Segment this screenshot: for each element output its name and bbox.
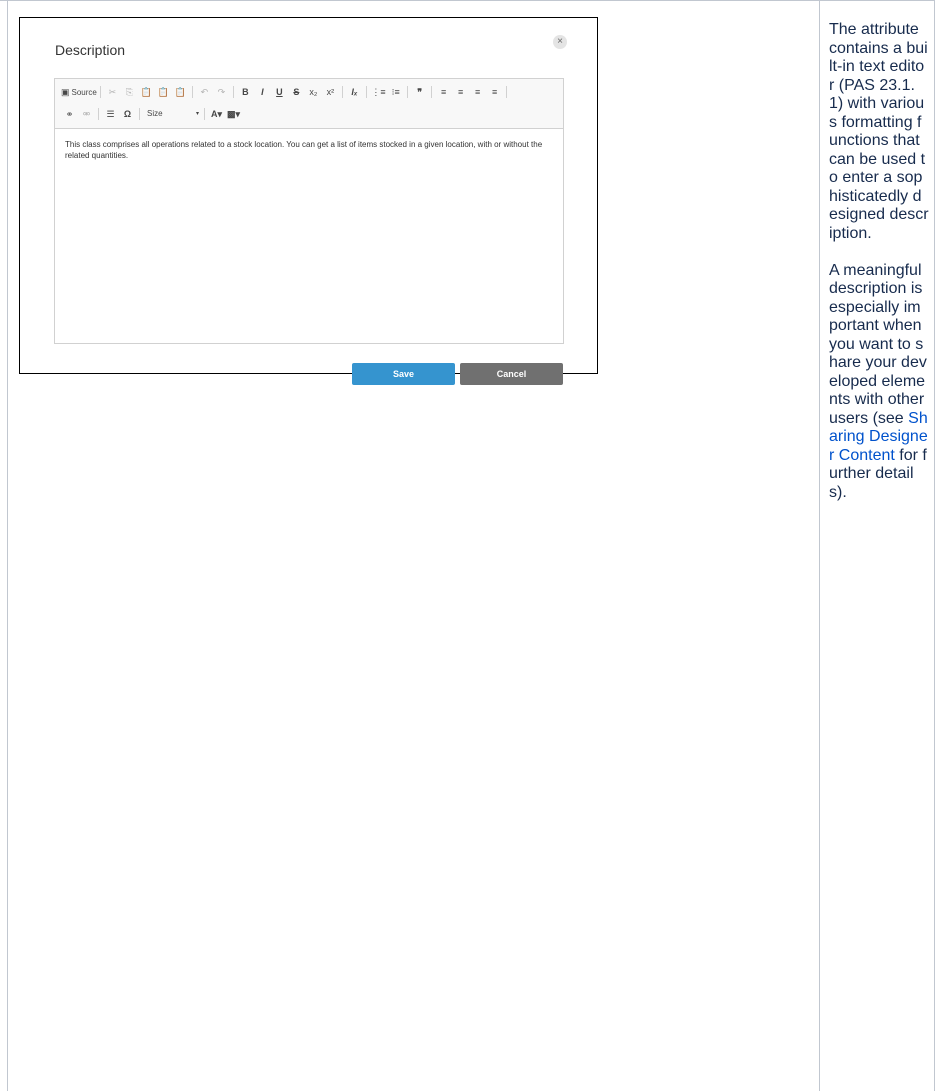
align-left-icon[interactable]: ≡ xyxy=(437,85,451,99)
toolbar-separator xyxy=(232,86,234,98)
align-right-icon[interactable]: ≡ xyxy=(471,85,485,99)
toolbar-row-1: ▣ Source ✂ ⎘ 📋 📋 📋 ↶ ↷ B I U S x₂ x² Iₓ … xyxy=(61,83,510,101)
subscript-icon[interactable]: x₂ xyxy=(306,85,320,99)
toolbar-separator xyxy=(99,86,101,98)
table-border-left xyxy=(7,0,8,1091)
toolbar-separator xyxy=(506,86,508,98)
background-color-icon[interactable]: ▩▾ xyxy=(227,107,241,121)
superscript-icon[interactable]: x² xyxy=(323,85,337,99)
italic-icon[interactable]: I xyxy=(255,85,269,99)
toolbar-row-2: ⚭ ⚮ ☰ Ω Size ▾ A▾ ▩▾ xyxy=(61,105,242,123)
toolbar-separator xyxy=(341,86,343,98)
toolbar-separator xyxy=(407,86,409,98)
table-border-top xyxy=(0,0,935,1)
description-dialog-screenshot: Description × ▣ Source ✂ ⎘ 📋 📋 📋 ↶ ↷ B I… xyxy=(19,17,598,385)
underline-icon[interactable]: U xyxy=(272,85,286,99)
toolbar-separator xyxy=(139,108,140,120)
strikethrough-icon[interactable]: S xyxy=(289,85,303,99)
dialog-title: Description xyxy=(55,42,126,58)
cancel-button[interactable]: Cancel xyxy=(460,363,563,385)
horizontal-rule-icon[interactable]: ☰ xyxy=(104,107,118,121)
undo-icon[interactable]: ↶ xyxy=(197,85,211,99)
close-icon[interactable]: × xyxy=(553,35,567,49)
cut-icon[interactable]: ✂ xyxy=(105,85,119,99)
justify-icon[interactable]: ≡ xyxy=(488,85,502,99)
paste-word-icon[interactable]: 📋 xyxy=(173,85,187,99)
source-button[interactable]: ▣ Source xyxy=(61,87,97,98)
description-note: The attribute contains a built-in text e… xyxy=(829,21,929,502)
note-paragraph-2: A meaningful description is especially i… xyxy=(829,262,929,503)
unlink-icon[interactable]: ⚮ xyxy=(80,107,94,121)
note-paragraph-1: The attribute contains a built-in text e… xyxy=(829,21,929,242)
text-color-icon[interactable]: A▾ xyxy=(210,107,224,121)
font-size-label: Size xyxy=(147,109,163,118)
source-icon: ▣ xyxy=(61,86,70,97)
copy-icon[interactable]: ⎘ xyxy=(122,85,136,99)
link-icon[interactable]: ⚭ xyxy=(63,107,77,121)
save-button[interactable]: Save xyxy=(352,363,455,385)
rich-text-editor: ▣ Source ✂ ⎘ 📋 📋 📋 ↶ ↷ B I U S x₂ x² Iₓ … xyxy=(54,78,564,344)
toolbar-separator xyxy=(204,108,205,120)
paste-text-icon[interactable]: 📋 xyxy=(156,85,170,99)
bulleted-list-icon[interactable]: ⁝≡ xyxy=(389,85,403,99)
toolbar-separator xyxy=(98,108,99,120)
toolbar-separator xyxy=(431,86,433,98)
paste-icon[interactable]: 📋 xyxy=(139,85,153,99)
source-label: Source xyxy=(71,87,97,97)
table-border-middle xyxy=(819,0,820,1091)
special-character-icon[interactable]: Ω xyxy=(121,107,135,121)
editor-toolbar: ▣ Source ✂ ⎘ 📋 📋 📋 ↶ ↷ B I U S x₂ x² Iₓ … xyxy=(55,79,563,129)
font-size-select[interactable]: Size ▾ xyxy=(143,107,201,121)
redo-icon[interactable]: ↷ xyxy=(214,85,228,99)
numbered-list-icon[interactable]: ⋮≡ xyxy=(371,85,385,99)
blockquote-icon[interactable]: ❞ xyxy=(413,85,427,99)
bold-icon[interactable]: B xyxy=(238,85,252,99)
note-text-before-link: A meaningful description is especially i… xyxy=(829,261,927,427)
toolbar-separator xyxy=(365,86,367,98)
chevron-down-icon: ▾ xyxy=(195,111,199,117)
documentation-table: Description × ▣ Source ✂ ⎘ 📋 📋 📋 ↶ ↷ B I… xyxy=(0,0,935,1091)
toolbar-separator xyxy=(191,86,193,98)
align-center-icon[interactable]: ≡ xyxy=(454,85,468,99)
remove-format-icon[interactable]: Iₓ xyxy=(347,85,361,99)
editor-content[interactable]: This class comprises all operations rela… xyxy=(65,139,555,161)
